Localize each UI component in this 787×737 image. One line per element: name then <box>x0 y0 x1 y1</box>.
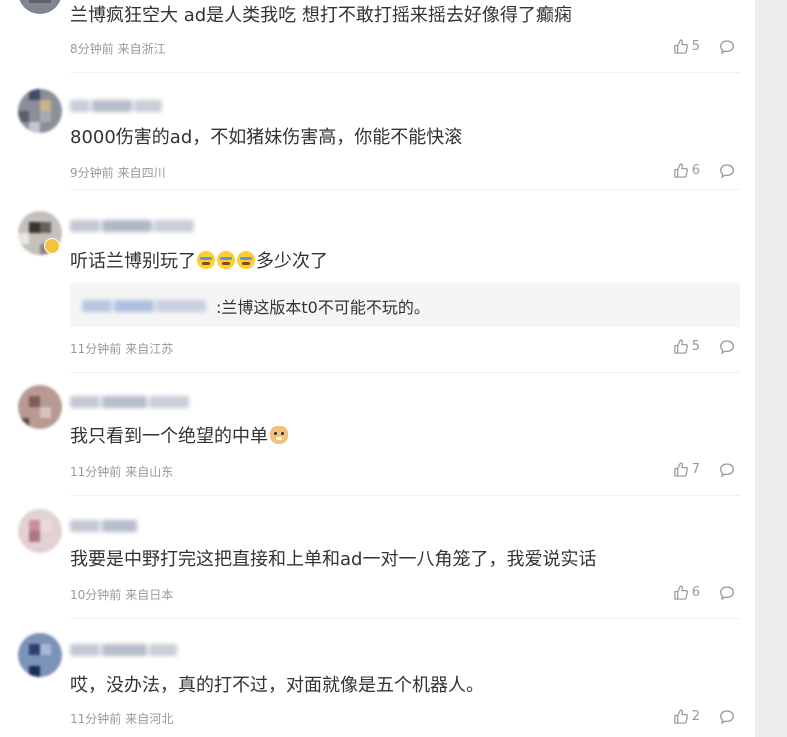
comment-location: 来自河北 <box>125 712 174 726</box>
like-count: 5 <box>691 39 700 54</box>
comment-item: 我要是中野打完这把直接和上单和ad一对一八角笼了，我爱说实话 10分钟前 来自日本… <box>0 496 755 619</box>
username-blurred[interactable] <box>70 393 220 408</box>
comment-meta: 10分钟前 来自日本 <box>70 586 173 603</box>
comment-time: 11分钟前 <box>70 342 122 356</box>
comment-meta: 11分钟前 来自江苏 <box>70 340 173 357</box>
like-button[interactable]: 5 <box>673 39 700 54</box>
avatar[interactable] <box>18 385 62 429</box>
like-button[interactable]: 6 <box>673 163 700 178</box>
comment-location: 来自山东 <box>125 465 174 479</box>
comment-item: 哎，没办法，真的打不过，对面就像是五个机器人。 11分钟前 来自河北 2 <box>0 619 755 737</box>
comment-time: 8分钟前 <box>70 42 114 56</box>
comment-meta: 9分钟前 来自四川 <box>70 164 166 181</box>
comment-item: 8000伤害的ad，不如猪妹伤害高，你能不能快滚 9分钟前 来自四川 6 <box>0 73 755 190</box>
verified-badge <box>44 238 60 254</box>
comment-text: 我要是中野打完这把直接和上单和ad一对一八角笼了，我爱说实话 <box>70 549 597 570</box>
thumbs-up-icon <box>673 462 688 477</box>
like-button[interactable]: 6 <box>673 585 700 600</box>
comment-location: 来自江苏 <box>125 342 174 356</box>
crying-laughing-emoji-icon <box>237 251 255 269</box>
comment-meta: 11分钟前 来自河北 <box>70 710 173 727</box>
avatar[interactable] <box>18 509 62 553</box>
comment-item: 听话兰博别玩了 多少次了 :兰博这版本t0不可能不玩的。 11分钟前 来自江苏 5 <box>0 190 755 373</box>
comment-text-main: 我只看到一个绝望的中单 <box>70 426 268 447</box>
avatar[interactable] <box>18 0 62 14</box>
like-button[interactable]: 7 <box>673 462 700 477</box>
avatar[interactable] <box>18 89 62 133</box>
comment-location: 来自四川 <box>117 166 166 180</box>
doge-emoji-icon <box>270 426 288 444</box>
thumbs-up-icon <box>673 39 688 54</box>
comment-meta: 11分钟前 来自山东 <box>70 463 173 480</box>
comment-bubble-icon[interactable] <box>719 339 735 355</box>
comment-time: 11分钟前 <box>70 712 122 726</box>
crying-laughing-emoji-icon <box>217 251 235 269</box>
comment-list: 兰博疯狂空大 ad是人类我吃 想打不敢打摇来摇去好像得了癫痫 8分钟前 来自浙江 … <box>0 0 755 737</box>
comment-bubble-icon[interactable] <box>719 163 735 179</box>
username-blurred[interactable] <box>70 217 220 232</box>
like-button[interactable]: 5 <box>673 339 700 354</box>
quoted-reply[interactable]: :兰博这版本t0不可能不玩的。 <box>70 283 740 327</box>
like-count: 6 <box>691 163 700 178</box>
username-blurred[interactable] <box>70 641 220 656</box>
like-count: 2 <box>691 709 700 724</box>
comment-text-end: 多少次了 <box>256 251 328 272</box>
comment-bubble-icon[interactable] <box>719 39 735 55</box>
quoted-username-blurred[interactable] <box>82 297 214 312</box>
like-button[interactable]: 2 <box>673 709 700 724</box>
comment-item: 我只看到一个绝望的中单 11分钟前 来自山东 7 <box>0 373 755 496</box>
crying-laughing-emoji-icon <box>197 251 215 269</box>
like-count: 5 <box>691 339 700 354</box>
username-blurred[interactable] <box>70 97 220 112</box>
thumbs-up-icon <box>673 163 688 178</box>
comment-text: 听话兰博别玩了 多少次了 <box>70 250 328 274</box>
comment-text: 我只看到一个绝望的中单 <box>70 425 288 449</box>
thumbs-up-icon <box>673 585 688 600</box>
thumbs-up-icon <box>673 339 688 354</box>
comment-bubble-icon[interactable] <box>719 462 735 478</box>
username-blurred[interactable] <box>70 517 220 532</box>
comment-meta: 8分钟前 来自浙江 <box>70 40 166 57</box>
comment-text: 兰博疯狂空大 ad是人类我吃 想打不敢打摇来摇去好像得了癫痫 <box>70 5 572 26</box>
comment-text-start: 听话兰博别玩了 <box>70 251 196 272</box>
like-count: 7 <box>691 462 700 477</box>
comment-text: 哎，没办法，真的打不过，对面就像是五个机器人。 <box>70 675 484 696</box>
comment-item: 兰博疯狂空大 ad是人类我吃 想打不敢打摇来摇去好像得了癫痫 8分钟前 来自浙江 … <box>0 0 755 73</box>
like-count: 6 <box>691 585 700 600</box>
comment-location: 来自浙江 <box>117 42 166 56</box>
comment-bubble-icon[interactable] <box>719 585 735 601</box>
comment-location: 来自日本 <box>125 588 174 602</box>
comment-text: 8000伤害的ad，不如猪妹伤害高，你能不能快滚 <box>70 127 463 148</box>
avatar[interactable] <box>18 633 62 677</box>
thumbs-up-icon <box>673 709 688 724</box>
comment-time: 11分钟前 <box>70 465 122 479</box>
quoted-text: :兰博这版本t0不可能不玩的。 <box>216 298 430 317</box>
comment-bubble-icon[interactable] <box>719 709 735 725</box>
comment-time: 10分钟前 <box>70 588 122 602</box>
comment-time: 9分钟前 <box>70 166 114 180</box>
